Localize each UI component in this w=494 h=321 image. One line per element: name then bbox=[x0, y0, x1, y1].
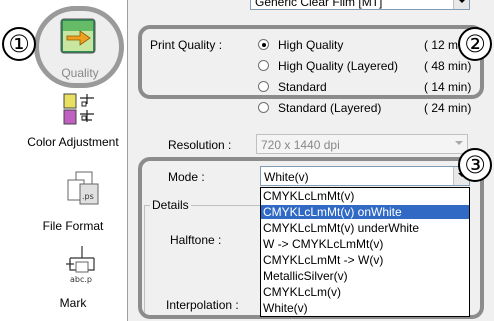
details-group bbox=[144, 205, 264, 313]
svg-text:.ps: .ps bbox=[82, 192, 94, 201]
mode-option[interactable]: CMYKLcLmMt(v) underWhite bbox=[261, 221, 469, 235]
option-time: ( 14 min) bbox=[424, 80, 472, 94]
mode-option[interactable]: CMYKLcLmMt(v) onWhite bbox=[261, 205, 469, 219]
option-label: High Quality bbox=[278, 38, 344, 52]
sidebar-item-label: Color Adjustment bbox=[27, 135, 119, 149]
option-time: ( 48 min) bbox=[424, 59, 472, 73]
mode-select[interactable]: White(v) bbox=[260, 166, 470, 186]
sidebar-item-file-format[interactable]: File Format bbox=[20, 219, 126, 233]
option-label: Standard (Layered) bbox=[278, 101, 382, 115]
mode-dropdown-list: CMYKLcLmMt(v) CMYKLcLmMt(v) onWhite CMYK… bbox=[260, 187, 470, 317]
mode-option[interactable]: CMYKLcLm(v) bbox=[261, 285, 469, 299]
settings-panel: Generic Clear Film [MT] Print Quality : … bbox=[128, 0, 494, 321]
mark-icon[interactable]: abc.p bbox=[64, 244, 100, 284]
option-time: ( 24 min) bbox=[424, 101, 472, 115]
radio-icon bbox=[258, 60, 269, 71]
print-quality-label: Print Quality : bbox=[150, 38, 223, 52]
callout-badge: ③ bbox=[458, 148, 492, 182]
mode-label: Mode : bbox=[168, 170, 205, 184]
radio-icon bbox=[258, 81, 269, 92]
mode-value: White(v) bbox=[264, 170, 309, 184]
sidebar-item-mark[interactable]: Mark bbox=[20, 296, 126, 310]
mode-option[interactable]: MetallicSilver(v) bbox=[261, 269, 469, 283]
resolution-select: 720 x 1440 dpi bbox=[256, 134, 468, 154]
sidebar-item-color-adjustment[interactable]: Color Adjustment bbox=[20, 135, 126, 149]
resolution-value: 720 x 1440 dpi bbox=[261, 138, 340, 152]
halftone-label: Halftone : bbox=[170, 233, 222, 247]
callout-badge: ① bbox=[2, 27, 36, 61]
mode-option[interactable]: CMYKLcLmMt(v) bbox=[261, 189, 469, 203]
media-type-select[interactable]: Generic Clear Film [MT] bbox=[250, 0, 470, 10]
svg-text:abc.p: abc.p bbox=[70, 275, 92, 284]
sidebar-item-label: Mark bbox=[59, 296, 87, 310]
details-label: Details bbox=[150, 198, 191, 212]
option-label: High Quality (Layered) bbox=[278, 59, 399, 73]
quality-arrow-icon[interactable] bbox=[60, 18, 96, 54]
file-format-icon[interactable]: .ps bbox=[66, 170, 100, 206]
media-type-value: Generic Clear Film [MT] bbox=[255, 0, 383, 9]
option-label: Standard bbox=[278, 80, 327, 94]
mode-option[interactable]: White(v) bbox=[261, 301, 469, 315]
resolution-label: Resolution : bbox=[168, 138, 232, 152]
callout-badge: ② bbox=[458, 27, 492, 61]
radio-selected-icon bbox=[258, 39, 269, 50]
mode-option[interactable]: W -> CMYKLcLmMt(v) bbox=[261, 237, 469, 251]
chevron-down-icon[interactable] bbox=[453, 0, 469, 9]
sidebar-item-label: File Format bbox=[42, 219, 104, 233]
sidebar-item-quality[interactable]: Quality bbox=[32, 66, 128, 80]
interpolation-label: Interpolation : bbox=[166, 298, 239, 312]
radio-icon bbox=[258, 102, 269, 113]
sidebar-item-label: Quality bbox=[61, 66, 99, 80]
color-adjustment-icon[interactable] bbox=[60, 92, 100, 132]
mode-option[interactable]: CMYKLcLmMt -> W(v) bbox=[261, 253, 469, 267]
